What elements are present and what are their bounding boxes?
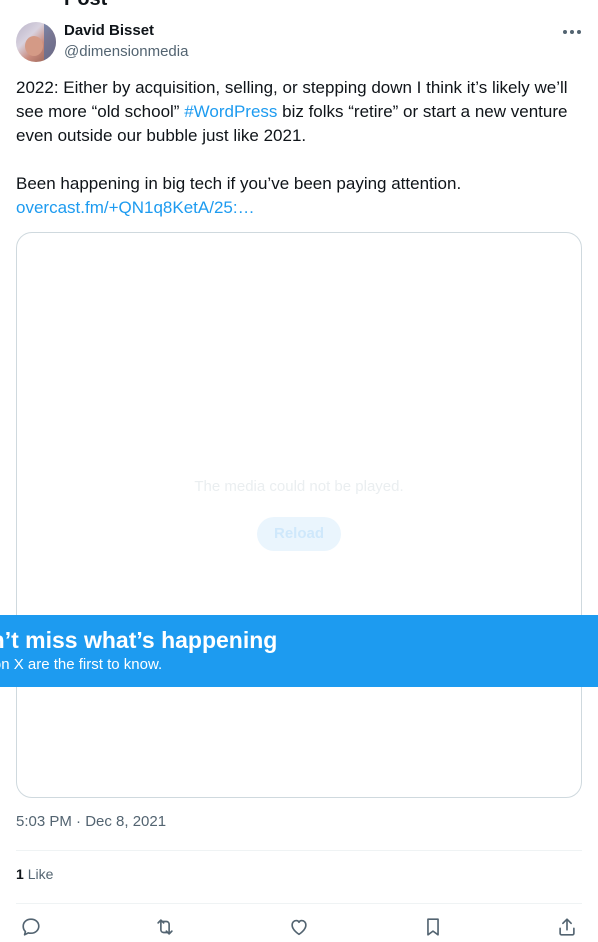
media-card[interactable]: The media could not be played. Reload	[16, 232, 582, 798]
tweet-text: 2022: Either by acquisition, selling, or…	[16, 76, 582, 220]
signup-banner[interactable]: Don’t miss what’s happening People on X …	[0, 615, 598, 687]
divider	[16, 903, 582, 904]
reload-button[interactable]: Reload	[257, 517, 341, 551]
action-bar	[16, 912, 582, 942]
repost-icon	[157, 919, 173, 935]
likes-count: 1	[16, 866, 24, 882]
share-button[interactable]	[552, 912, 582, 942]
tweet-paragraph-2: Been happening in big tech if you’ve bee…	[16, 172, 582, 220]
bookmark-icon	[427, 918, 439, 936]
avatar[interactable]	[16, 22, 56, 62]
avatar-face	[25, 36, 43, 56]
likes-row[interactable]: 1 Like	[16, 866, 53, 882]
post-timestamp[interactable]: 5:03 PM · Dec 8, 2021	[16, 813, 166, 830]
banner-title: Don’t miss what’s happening	[0, 627, 278, 653]
tweet-text-paragraph-2: Been happening in big tech if you’ve bee…	[16, 174, 462, 193]
likes-label: Like	[27, 866, 54, 882]
bookmark-button[interactable]	[418, 912, 448, 942]
repost-button[interactable]	[150, 912, 180, 942]
more-horizontal-icon	[563, 30, 581, 34]
media-error-text: The media could not be played.	[194, 478, 404, 495]
tweet-paragraph-1: 2022: Either by acquisition, selling, or…	[16, 76, 582, 148]
reply-icon	[22, 918, 40, 936]
page-title: Post	[64, 0, 107, 11]
heart-icon	[291, 919, 307, 936]
avatar-shade	[44, 22, 56, 62]
more-button[interactable]	[558, 20, 586, 44]
banner-subtitle: People on X are the first to know.	[0, 656, 163, 673]
hashtag-link[interactable]: #WordPress	[184, 102, 277, 121]
author-handle[interactable]: @dimensionmedia	[64, 43, 188, 60]
reply-button[interactable]	[16, 912, 46, 942]
external-link[interactable]: overcast.fm/+QN1q8KetA/25:…	[16, 196, 582, 220]
divider	[16, 850, 582, 851]
share-icon	[559, 918, 575, 936]
author-name[interactable]: David Bisset	[64, 22, 154, 39]
like-button[interactable]	[284, 912, 314, 942]
